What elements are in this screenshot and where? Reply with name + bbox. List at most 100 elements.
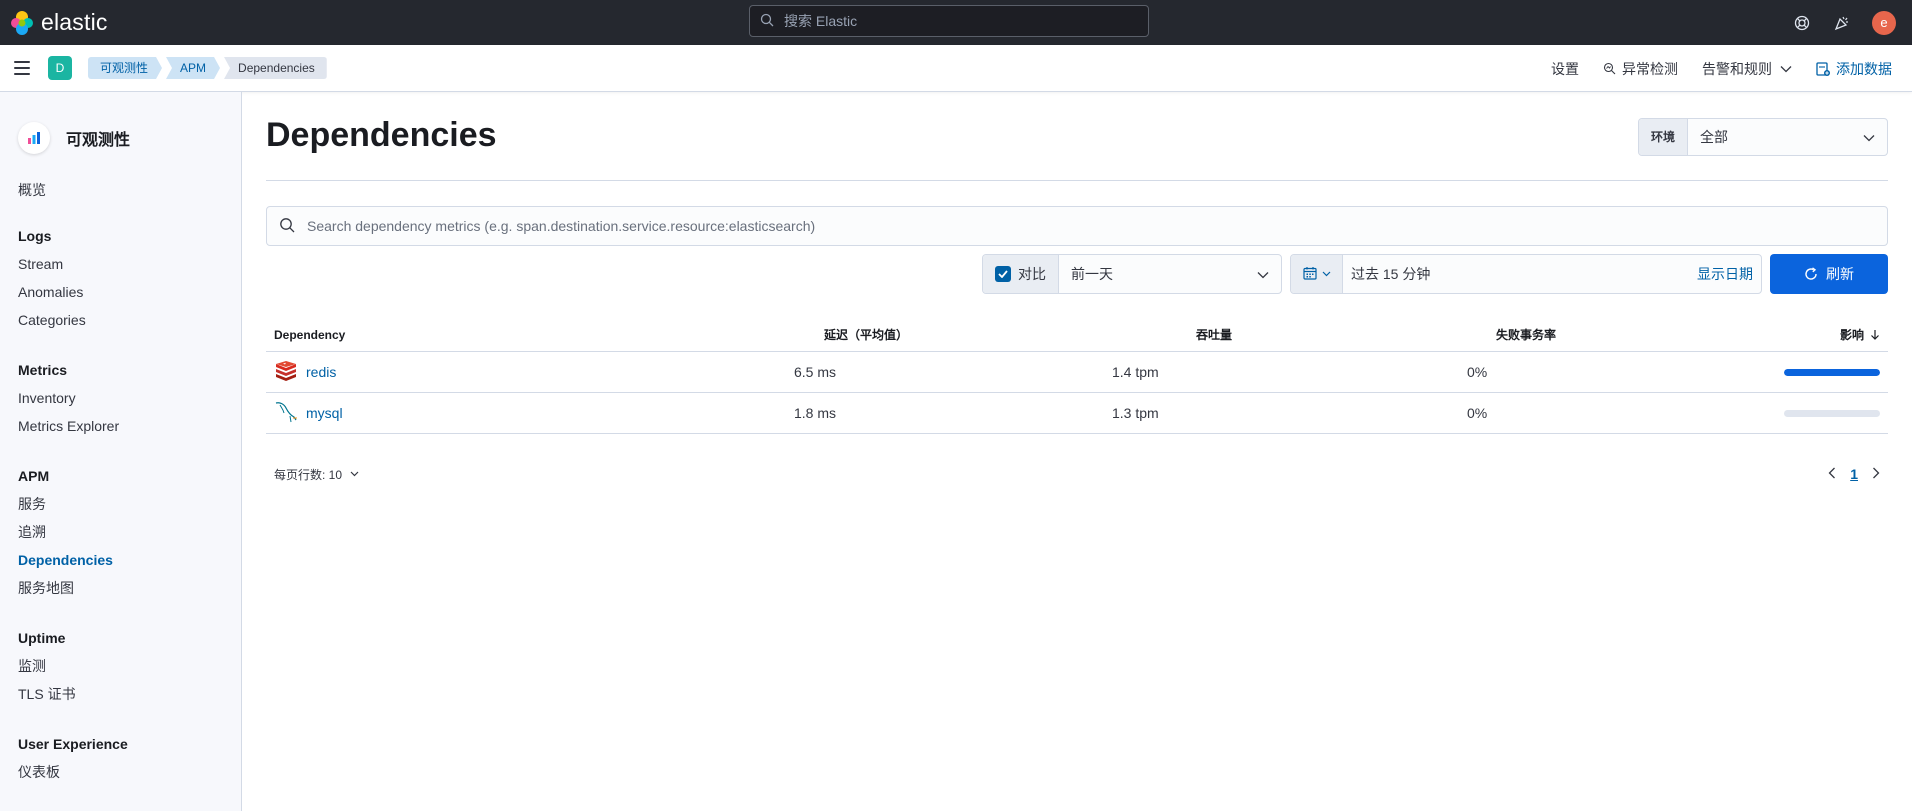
- anomaly-icon: [1603, 62, 1616, 75]
- chevron-down-icon: [350, 471, 359, 477]
- compare-label: 对比: [1018, 266, 1046, 282]
- refresh-button[interactable]: 刷新: [1770, 254, 1888, 294]
- sidebar-item-anomalies[interactable]: Anomalies: [18, 278, 241, 306]
- settings-link[interactable]: 设置: [1551, 59, 1579, 79]
- sidebar-section-user-experience: User Experience: [18, 736, 128, 752]
- sidebar-item-service-map[interactable]: 服务地图: [18, 574, 241, 602]
- elastic-logo-icon: [10, 10, 34, 35]
- sidebar-item-stream[interactable]: Stream: [18, 250, 241, 278]
- column-header-latency[interactable]: 延迟（平均值）: [824, 318, 908, 351]
- sidebar-section-apm: APM: [18, 468, 50, 484]
- alerts-rules-menu[interactable]: 告警和规则: [1702, 59, 1792, 79]
- sidebar-item-overview[interactable]: 概览: [18, 176, 241, 204]
- environment-value: 全部: [1700, 129, 1729, 145]
- breadcrumb: 可观测性 APM Dependencies: [88, 57, 331, 79]
- comparison-control: 对比 前一天: [982, 254, 1282, 294]
- mysql-icon: [274, 401, 298, 426]
- latency-cell: 1.8 ms: [794, 405, 837, 421]
- elastic-logo[interactable]: elastic: [10, 0, 108, 45]
- space-selector[interactable]: D: [48, 56, 72, 80]
- impact-header-label: 影响: [1839, 328, 1864, 342]
- table-header: Dependency 延迟（平均值） 吞吐量 失败事务率 影响: [266, 318, 1888, 352]
- environment-select[interactable]: 环境 全部: [1638, 118, 1888, 156]
- compare-period-select[interactable]: 前一天: [1059, 264, 1257, 284]
- sidebar-item-services[interactable]: 服务: [18, 490, 241, 518]
- breadcrumb-apm[interactable]: APM: [166, 57, 220, 79]
- sidebar-item-dependencies[interactable]: Dependencies: [18, 546, 241, 574]
- page-title: Dependencies: [266, 116, 497, 154]
- alerts-rules-label: 告警和规则: [1702, 60, 1772, 77]
- column-header-throughput[interactable]: 吞吐量: [1196, 318, 1232, 351]
- dependency-link-mysql[interactable]: mysql: [306, 405, 343, 421]
- next-page-icon[interactable]: [1872, 467, 1880, 482]
- impact-bar: [1784, 368, 1880, 376]
- global-header: elastic 搜索 Elastic e: [0, 0, 1912, 45]
- sidebar-item-monitors[interactable]: 监测: [18, 652, 241, 680]
- date-range-text[interactable]: 过去 15 分钟: [1343, 264, 1697, 284]
- sidebar-section-metrics: Metrics: [18, 362, 68, 378]
- brand-name: elastic: [41, 9, 108, 35]
- divider: [266, 180, 1888, 181]
- compare-toggle[interactable]: 对比: [983, 255, 1059, 293]
- dependency-link-redis[interactable]: redis: [306, 364, 336, 380]
- add-data-link[interactable]: 添加数据: [1816, 59, 1892, 79]
- search-icon: [279, 217, 295, 236]
- page-number-button[interactable]: 1: [1850, 466, 1858, 482]
- sidebar-item-metrics-explorer[interactable]: Metrics Explorer: [18, 412, 241, 440]
- refresh-label: 刷新: [1826, 266, 1854, 282]
- throughput-cell: 1.3 tpm: [1112, 405, 1159, 421]
- column-header-dependency[interactable]: Dependency: [274, 318, 345, 351]
- breadcrumb-observability[interactable]: 可观测性: [88, 57, 162, 79]
- throughput-cell: 1.4 tpm: [1112, 364, 1159, 380]
- calendar-icon: [1302, 266, 1317, 283]
- sidebar-section-logs: Logs: [18, 228, 52, 244]
- date-picker: 过去 15 分钟 显示日期: [1290, 254, 1762, 294]
- add-data-icon: [1816, 61, 1830, 76]
- add-data-label: 添加数据: [1836, 60, 1892, 77]
- global-search-input[interactable]: 搜索 Elastic: [749, 5, 1149, 37]
- failure-rate-cell: 0%: [1467, 405, 1488, 421]
- column-header-failure-rate[interactable]: 失败事务率: [1496, 318, 1556, 351]
- search-icon: [760, 13, 774, 30]
- chevron-down-icon: [1780, 65, 1792, 73]
- column-header-impact[interactable]: 影响: [1840, 318, 1880, 351]
- chevron-down-icon: [1863, 129, 1875, 145]
- sidebar-section-uptime: Uptime: [18, 630, 66, 646]
- sidebar-item-inventory[interactable]: Inventory: [18, 384, 241, 412]
- refresh-icon: [1804, 267, 1818, 281]
- previous-page-icon[interactable]: [1828, 467, 1836, 482]
- latency-cell: 6.5 ms: [794, 364, 837, 380]
- help-icon[interactable]: [1792, 13, 1812, 33]
- anomaly-detection-link[interactable]: 异常检测: [1603, 59, 1678, 79]
- impact-bar-fill: [1784, 368, 1880, 376]
- sidebar-item-tls-certs[interactable]: TLS 证书: [18, 680, 241, 708]
- sidebar-item-categories[interactable]: Categories: [18, 306, 241, 334]
- breadcrumb-dependencies: Dependencies: [224, 57, 327, 79]
- global-search-placeholder: 搜索 Elastic: [784, 13, 858, 29]
- anomaly-detection-label: 异常检测: [1622, 60, 1678, 77]
- redis-icon: [274, 360, 298, 384]
- dependency-search-input[interactable]: Search dependency metrics (e.g. span.des…: [266, 206, 1888, 246]
- observability-logo-icon: [18, 122, 50, 154]
- quick-date-menu[interactable]: [1291, 255, 1343, 293]
- side-nav: 可观测性 概览 Logs Stream Anomalies Categories…: [0, 92, 242, 811]
- impact-cell: [1784, 393, 1880, 433]
- impact-bar: [1784, 409, 1880, 417]
- user-avatar[interactable]: e: [1872, 10, 1896, 35]
- chevron-down-icon: [1257, 266, 1269, 282]
- dependency-cell: redis: [274, 352, 336, 392]
- sidebar-item-dashboard[interactable]: 仪表板: [18, 758, 241, 786]
- dependency-cell: mysql: [274, 393, 343, 433]
- show-dates-link[interactable]: 显示日期: [1697, 264, 1753, 284]
- news-feed-icon[interactable]: [1832, 13, 1852, 33]
- failure-rate-cell: 0%: [1467, 364, 1488, 380]
- chevron-down-icon: [1322, 271, 1331, 277]
- dependency-search-placeholder: Search dependency metrics (e.g. span.des…: [307, 218, 816, 234]
- menu-toggle-icon[interactable]: [14, 61, 30, 75]
- rows-per-page-label: 每页行数: 10: [274, 467, 343, 482]
- table-pagination: 每页行数: 10 1: [266, 462, 1888, 486]
- rows-per-page-select[interactable]: 每页行数: 10: [274, 462, 359, 486]
- sidebar-item-traces[interactable]: 追溯: [18, 518, 241, 546]
- environment-label: 环境: [1639, 119, 1689, 155]
- compare-checkbox[interactable]: [995, 266, 1011, 282]
